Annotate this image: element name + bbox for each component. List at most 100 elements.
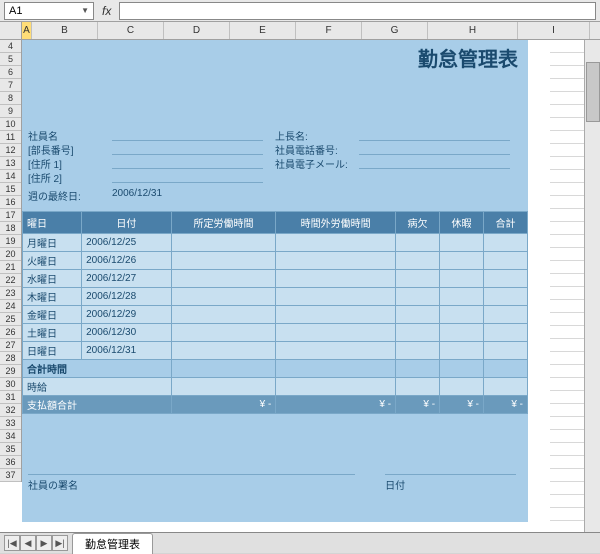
row-header-13[interactable]: 13	[0, 157, 21, 170]
row-header-15[interactable]: 15	[0, 183, 21, 196]
employee-name-label: 社員名	[28, 128, 112, 143]
week-end-label: 週の最終日:	[28, 188, 112, 203]
date-cell[interactable]: 2006/12/28	[82, 288, 172, 306]
week-end-value[interactable]: 2006/12/31	[112, 188, 162, 203]
timesheet-template: 勤怠管理表 社員名 [部長番号] [住所 1] [住所 2] 上長名: 社員電話…	[22, 40, 528, 522]
row-header-11[interactable]: 11	[0, 131, 21, 144]
row-header-34[interactable]: 34	[0, 430, 21, 443]
row-header-10[interactable]: 10	[0, 118, 21, 131]
row-header-5[interactable]: 5	[0, 53, 21, 66]
address1-field[interactable]	[112, 157, 263, 169]
row-header-4[interactable]: 4	[0, 40, 21, 53]
day-cell[interactable]: 土曜日	[23, 324, 82, 342]
table-header: 所定労働時間	[171, 212, 276, 234]
row-header-30[interactable]: 30	[0, 378, 21, 391]
column-header-A[interactable]: A	[22, 22, 32, 39]
row-header-25[interactable]: 25	[0, 313, 21, 326]
column-header-F[interactable]: F	[296, 22, 362, 39]
timesheet-table: 曜日日付所定労働時間時間外労働時間病欠休暇合計月曜日2006/12/25火曜日2…	[22, 211, 528, 414]
chevron-down-icon[interactable]: ▼	[81, 6, 89, 15]
row-header-14[interactable]: 14	[0, 170, 21, 183]
date-cell[interactable]: 2006/12/30	[82, 324, 172, 342]
sheet-tab[interactable]: 勤怠管理表	[72, 533, 153, 554]
pay-row: 支払額合計¥ -¥ -¥ -¥ -¥ -	[23, 396, 528, 414]
table-row: 月曜日2006/12/25	[23, 234, 528, 252]
row-header-36[interactable]: 36	[0, 456, 21, 469]
supervisor-label: 上長名:	[275, 128, 359, 143]
column-header-D[interactable]: D	[164, 22, 230, 39]
column-header-E[interactable]: E	[230, 22, 296, 39]
first-sheet-icon[interactable]: |◀	[4, 535, 20, 551]
table-header: 曜日	[23, 212, 82, 234]
day-cell[interactable]: 木曜日	[23, 288, 82, 306]
signature-area: 社員の署名 日付	[22, 474, 528, 492]
row-header-33[interactable]: 33	[0, 417, 21, 430]
date-cell[interactable]: 2006/12/26	[82, 252, 172, 270]
last-sheet-icon[interactable]: ▶|	[52, 535, 68, 551]
employee-name-field[interactable]	[112, 129, 263, 141]
table-header: 合計	[484, 212, 528, 234]
row-header-35[interactable]: 35	[0, 443, 21, 456]
row-header-22[interactable]: 22	[0, 274, 21, 287]
table-row: 木曜日2006/12/28	[23, 288, 528, 306]
fx-icon[interactable]: fx	[98, 4, 115, 18]
supervisor-field[interactable]	[359, 129, 510, 141]
day-cell[interactable]: 日曜日	[23, 342, 82, 360]
select-all-corner[interactable]	[0, 22, 22, 40]
phone-field[interactable]	[359, 143, 510, 155]
column-header-I[interactable]: I	[518, 22, 590, 39]
pay-value: ¥ -	[396, 396, 440, 414]
pay-value: ¥ -	[171, 396, 276, 414]
row-headers: 4567891011121314151617181920212223242526…	[0, 40, 22, 482]
day-cell[interactable]: 金曜日	[23, 306, 82, 324]
row-header-32[interactable]: 32	[0, 404, 21, 417]
row-header-21[interactable]: 21	[0, 261, 21, 274]
row-header-29[interactable]: 29	[0, 365, 21, 378]
date-cell[interactable]: 2006/12/27	[82, 270, 172, 288]
row-header-26[interactable]: 26	[0, 326, 21, 339]
row-header-19[interactable]: 19	[0, 235, 21, 248]
scrollbar-thumb[interactable]	[586, 62, 600, 122]
vertical-scrollbar[interactable]	[584, 40, 600, 532]
row-header-37[interactable]: 37	[0, 469, 21, 482]
column-header-C[interactable]: C	[98, 22, 164, 39]
day-cell[interactable]: 火曜日	[23, 252, 82, 270]
row-header-8[interactable]: 8	[0, 92, 21, 105]
column-header-B[interactable]: B	[32, 22, 98, 39]
row-header-9[interactable]: 9	[0, 105, 21, 118]
manager-id-field[interactable]	[112, 143, 263, 155]
row-header-18[interactable]: 18	[0, 222, 21, 235]
row-header-28[interactable]: 28	[0, 352, 21, 365]
employee-signature-label: 社員の署名	[28, 474, 355, 492]
day-cell[interactable]: 月曜日	[23, 234, 82, 252]
row-header-27[interactable]: 27	[0, 339, 21, 352]
next-sheet-icon[interactable]: ▶	[36, 535, 52, 551]
table-row: 日曜日2006/12/31	[23, 342, 528, 360]
table-header: 休暇	[440, 212, 484, 234]
row-header-24[interactable]: 24	[0, 300, 21, 313]
row-header-17[interactable]: 17	[0, 209, 21, 222]
prev-sheet-icon[interactable]: ◀	[20, 535, 36, 551]
date-cell[interactable]: 2006/12/25	[82, 234, 172, 252]
row-header-16[interactable]: 16	[0, 196, 21, 209]
table-row: 火曜日2006/12/26	[23, 252, 528, 270]
name-box[interactable]: A1 ▼	[4, 2, 94, 20]
address2-label: [住所 2]	[28, 170, 112, 185]
column-header-H[interactable]: H	[428, 22, 518, 39]
day-cell[interactable]: 水曜日	[23, 270, 82, 288]
row-header-12[interactable]: 12	[0, 144, 21, 157]
signature-date-label: 日付	[385, 474, 516, 492]
row-header-23[interactable]: 23	[0, 287, 21, 300]
email-field[interactable]	[359, 157, 510, 169]
column-header-G[interactable]: G	[362, 22, 428, 39]
date-cell[interactable]: 2006/12/29	[82, 306, 172, 324]
address2-field[interactable]	[112, 171, 263, 183]
formula-input[interactable]	[119, 2, 596, 20]
row-header-31[interactable]: 31	[0, 391, 21, 404]
row-header-20[interactable]: 20	[0, 248, 21, 261]
row-header-6[interactable]: 6	[0, 66, 21, 79]
date-cell[interactable]: 2006/12/31	[82, 342, 172, 360]
row-header-7[interactable]: 7	[0, 79, 21, 92]
spreadsheet-grid: ABCDEFGHI 456789101112131415161718192021…	[0, 22, 600, 532]
sheet-content[interactable]: 勤怠管理表 社員名 [部長番号] [住所 1] [住所 2] 上長名: 社員電話…	[22, 40, 600, 532]
